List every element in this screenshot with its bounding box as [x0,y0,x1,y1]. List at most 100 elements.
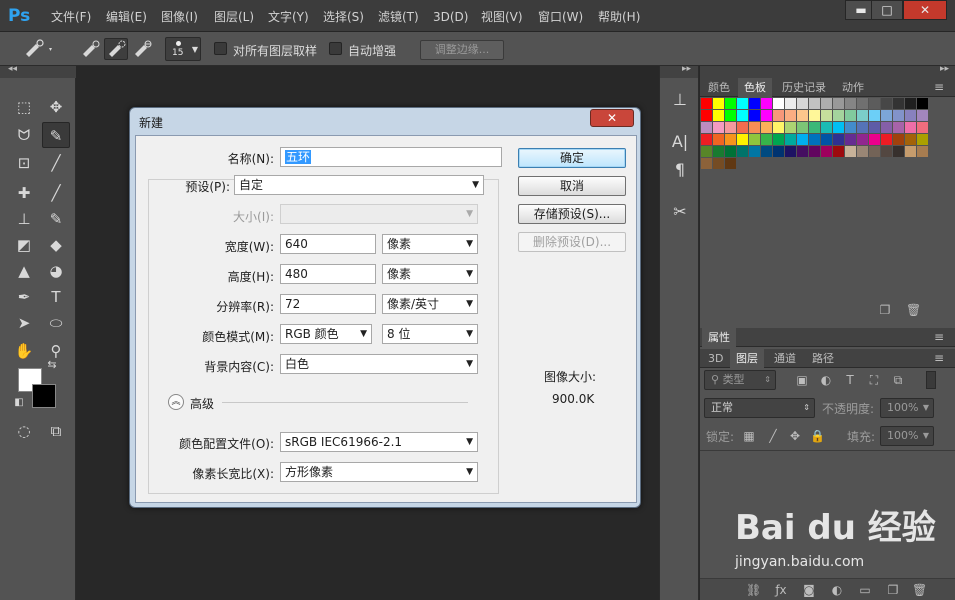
tab-actions[interactable]: 动作 [836,78,870,97]
color-swatch[interactable] [797,98,808,109]
new-layer-icon[interactable]: ❐ [886,583,900,597]
quick-selection-tool-icon[interactable]: ✎ [42,122,70,148]
tab-properties[interactable]: 属性 [702,328,736,347]
menu-filter[interactable]: 滤镜(T) [378,9,419,25]
color-swatch[interactable] [893,110,904,121]
eraser-tool-icon[interactable]: ◩ [10,232,38,258]
panel-menu-icon[interactable]: ≡ [932,80,946,94]
tab-layers[interactable]: 图层 [730,349,764,368]
character-panel-icon[interactable]: A| [668,130,692,154]
brush-tool-icon[interactable]: ╱ [42,180,70,206]
tab-color[interactable]: 颜色 [702,78,736,97]
color-swatch[interactable] [785,146,796,157]
menu-select[interactable]: 选择(S) [323,9,364,25]
ok-button[interactable]: 确定 [518,148,626,168]
color-swatch[interactable] [845,110,856,121]
color-swatch[interactable] [725,134,736,145]
pen-tool-icon[interactable]: ✒ [10,284,38,310]
color-swatch[interactable] [845,134,856,145]
color-swatch[interactable] [725,122,736,133]
color-swatch[interactable] [713,158,724,169]
menu-image[interactable]: 图像(I) [161,9,198,25]
dock-header[interactable]: ▸▸ [660,64,698,78]
close-window-button[interactable]: ✕ [903,0,947,20]
color-swatch[interactable] [713,110,724,121]
color-swatch[interactable] [785,134,796,145]
color-swatch[interactable] [701,110,712,121]
name-field[interactable]: 五环 [280,147,502,167]
hand-tool-icon[interactable]: ✋ [10,338,38,364]
filter-shape-icon[interactable]: ⛶ [867,373,881,387]
color-swatch[interactable] [701,158,712,169]
color-profile-select[interactable]: sRGB IEC61966-2.1 ▼ [280,432,478,452]
menu-edit[interactable]: 编辑(E) [106,9,147,25]
resolution-field[interactable]: 72 [280,294,376,314]
color-swatch[interactable] [833,110,844,121]
lock-transparency-icon[interactable]: ▦ [742,429,756,443]
color-swatch[interactable] [761,110,772,121]
menu-type[interactable]: 文字(Y) [268,9,309,25]
paint-bucket-tool-icon[interactable]: ◆ [42,232,70,258]
color-swatch[interactable] [905,134,916,145]
width-field[interactable]: 640 [280,234,376,254]
color-swatch[interactable] [893,146,904,157]
color-swatch[interactable] [869,122,880,133]
fill-input[interactable]: 100% ▼ [880,426,934,446]
refine-edge-button[interactable]: 调整边缘... [420,40,504,60]
color-swatch[interactable] [713,146,724,157]
color-swatch[interactable] [749,146,760,157]
color-swatch[interactable] [869,146,880,157]
add-to-selection-icon[interactable] [104,38,128,60]
color-swatch[interactable] [761,134,772,145]
color-swatch[interactable] [737,122,748,133]
background-color-swatch[interactable] [32,384,56,408]
maximize-button[interactable]: □ [871,0,903,20]
color-swatch[interactable] [845,98,856,109]
color-swatch[interactable] [737,110,748,121]
color-swatch[interactable] [845,146,856,157]
color-swatch[interactable] [797,146,808,157]
tab-channels[interactable]: 通道 [768,349,802,368]
color-swatch[interactable] [809,146,820,157]
delete-layer-icon[interactable]: 🗑 [912,583,927,597]
color-swatch[interactable] [833,98,844,109]
color-swatch[interactable] [797,122,808,133]
color-swatch[interactable] [761,98,772,109]
color-swatch[interactable] [737,98,748,109]
color-swatch[interactable] [917,122,928,133]
color-swatch[interactable] [857,134,868,145]
color-swatch[interactable] [701,146,712,157]
tab-3d[interactable]: 3D [702,349,729,368]
color-swatch[interactable] [713,134,724,145]
color-swatch[interactable] [869,134,880,145]
resolution-unit-select[interactable]: 像素/英寸 ▼ [382,294,478,314]
background-contents-select[interactable]: 白色 ▼ [280,354,478,374]
color-swatch[interactable] [737,146,748,157]
color-swatch[interactable] [821,122,832,133]
color-swatch[interactable] [785,122,796,133]
panel-menu-icon[interactable]: ≡ [932,351,946,365]
color-swatch[interactable] [725,110,736,121]
color-swatch[interactable] [881,134,892,145]
color-swatch[interactable] [797,134,808,145]
color-swatch[interactable] [749,122,760,133]
type-tool-icon[interactable]: T [42,284,70,310]
opacity-input[interactable]: 100% ▼ [880,398,934,418]
color-swatch[interactable] [905,122,916,133]
path-selection-tool-icon[interactable]: ➤ [10,310,38,336]
ellipse-tool-icon[interactable]: ⬭ [42,310,70,336]
color-swatch[interactable] [821,146,832,157]
color-swatch[interactable] [905,110,916,121]
color-swatch[interactable] [749,110,760,121]
color-swatch[interactable] [893,122,904,133]
panel-menu-icon[interactable]: ≡ [932,330,946,344]
color-swatch[interactable] [857,122,868,133]
swap-colors-icon[interactable]: ⇆ [44,358,60,372]
brush-size-picker[interactable]: 15 ▼ [165,37,201,61]
dialog-close-button[interactable]: ✕ [590,109,634,127]
color-swatch[interactable] [749,134,760,145]
color-swatch[interactable] [725,98,736,109]
height-unit-select[interactable]: 像素 ▼ [382,264,478,284]
delete-preset-button[interactable]: 删除预设(D)... [518,232,626,252]
color-swatch[interactable] [701,98,712,109]
